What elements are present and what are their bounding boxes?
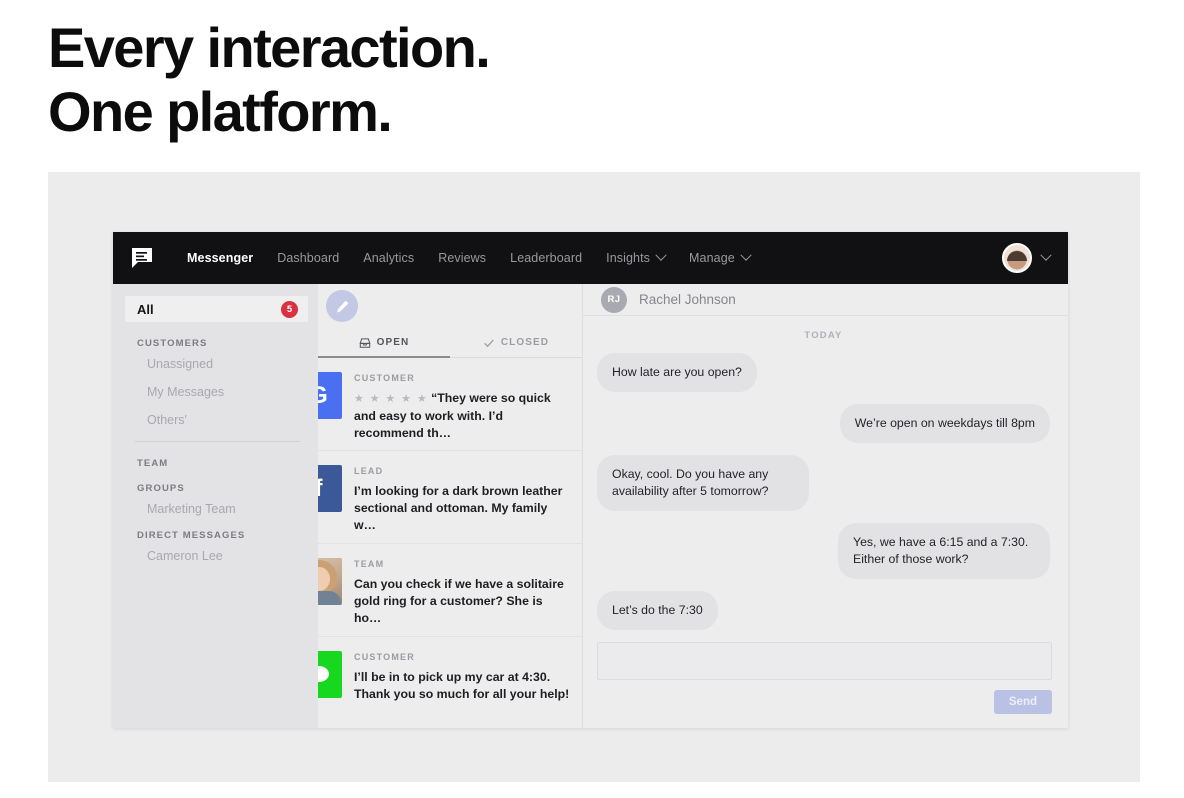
message-bubble-incoming: Let’s do the 7:30 — [597, 591, 718, 630]
sidebar-heading-groups: GROUPS — [137, 483, 185, 494]
nav-item-messenger[interactable]: Messenger — [175, 251, 265, 265]
team-member-photo-icon — [318, 558, 342, 605]
sidebar-item-all[interactable]: All 5 — [125, 296, 308, 322]
nav-item-analytics[interactable]: Analytics — [351, 251, 426, 265]
status-badge: 5 — [281, 300, 298, 318]
headline-line-1: Every interaction. — [48, 16, 491, 79]
sidebar-heading-team: TEAM — [137, 458, 169, 469]
nav-item-reviews[interactable]: Reviews — [426, 251, 498, 265]
conversation-list: G CUSTOMER ★ ★ ★ ★ ★ “They were so quick … — [318, 358, 582, 728]
tab-closed-label: CLOSED — [500, 337, 550, 348]
pencil-compose-icon[interactable] — [326, 290, 358, 322]
message-bubble-incoming: Okay, cool. Do you have any availability… — [597, 455, 809, 511]
account-menu[interactable] — [1002, 243, 1052, 273]
list-item-body: CUSTOMER I’ll be in to pick up my car at… — [354, 651, 570, 715]
chat-contact-name: Rachel Johnson — [639, 292, 736, 307]
list-item[interactable]: G CUSTOMER ★ ★ ★ ★ ★ “They were so quick … — [318, 358, 582, 451]
message-bubble-incoming: How late are you open? — [597, 353, 757, 392]
inbox-icon — [359, 337, 371, 348]
sidebar-item-all-label: All — [137, 301, 154, 317]
list-item-preview: Can you check if we have a solitaire gol… — [354, 577, 564, 625]
chevron-down-icon — [655, 249, 667, 261]
nav-item-manage-label: Manage — [689, 251, 735, 265]
facebook-icon: f — [318, 465, 342, 512]
sidebar: All 5 CUSTOMERS Unassigned My Messages O… — [113, 284, 318, 728]
list-item-label: TEAM — [354, 559, 385, 569]
list-item-label: CUSTOMER — [354, 652, 415, 662]
nav-item-manage[interactable]: Manage — [677, 249, 762, 265]
chevron-down-icon[interactable] — [1040, 249, 1052, 261]
nav-item-insights-label: Insights — [606, 251, 651, 265]
list-item-body: LEAD I’m looking for a dark brown leathe… — [354, 465, 570, 532]
send-button[interactable]: Send — [993, 690, 1052, 714]
message-thread[interactable]: TODAY How late are you open? We’re open … — [583, 316, 1068, 642]
sidebar-item-marketing-team[interactable]: Marketing Team — [113, 502, 318, 516]
tab-closed[interactable]: CLOSED — [450, 328, 582, 357]
tab-open[interactable]: OPEN — [318, 328, 450, 358]
list-item-label: CUSTOMER — [354, 373, 415, 383]
compose-row — [318, 284, 582, 328]
sidebar-item-unassigned[interactable]: Unassigned — [113, 357, 318, 371]
message-bubble-outgoing: We’re open on weekdays till 8pm — [839, 404, 1050, 443]
sidebar-item-others[interactable]: Others' — [113, 413, 318, 427]
chat-header: RJ Rachel Johnson — [583, 284, 1068, 316]
sidebar-item-my-messages[interactable]: My Messages — [113, 385, 318, 399]
list-item-body: TEAM Can you check if we have a solitair… — [354, 558, 570, 625]
star-rating: ★ ★ ★ ★ ★ — [354, 393, 429, 405]
list-item-label: LEAD — [354, 466, 384, 476]
nav-item-insights[interactable]: Insights — [594, 249, 677, 265]
send-row: Send — [597, 690, 1052, 714]
list-item[interactable]: TEAM Can you check if we have a solitair… — [318, 544, 582, 637]
list-item[interactable]: f LEAD I’m looking for a dark brown leat… — [318, 451, 582, 544]
message-row: Yes, we have a 6:15 and a 7:30. Either o… — [597, 523, 1050, 579]
list-item-preview: I’ll be in to pick up my car at 4:30. Th… — [354, 670, 570, 701]
chat-panel: RJ Rachel Johnson TODAY How late are you… — [583, 284, 1068, 728]
google-icon: G — [318, 372, 342, 419]
avatar: RJ — [601, 286, 627, 313]
sidebar-item-cameron-lee[interactable]: Cameron Lee — [113, 549, 318, 563]
checkmark-icon — [484, 338, 494, 347]
list-item-text: ★ ★ ★ ★ ★ “They were so quick and easy to… — [354, 390, 570, 442]
sms-icon — [318, 651, 342, 698]
headline-line-2: One platform. — [48, 80, 393, 143]
messenger-bubble-logo-icon[interactable] — [129, 245, 155, 271]
avatar[interactable] — [1002, 243, 1032, 273]
message-bubble-outgoing: Yes, we have a 6:15 and a 7:30. Either o… — [838, 523, 1050, 579]
list-item[interactable]: CUSTOMER I’ll be in to pick up my car at… — [318, 637, 582, 728]
chevron-down-icon — [740, 249, 752, 261]
day-divider: TODAY — [804, 330, 843, 341]
sidebar-heading-customers: CUSTOMERS — [137, 338, 208, 349]
message-input[interactable] — [597, 642, 1052, 680]
message-row: Okay, cool. Do you have any availability… — [597, 455, 1050, 511]
app-body: All 5 CUSTOMERS Unassigned My Messages O… — [113, 284, 1068, 728]
conversation-list-panel: OPEN CLOSED G CUSTOMER ★ ★ ★ ★ ★ “They w… — [318, 284, 583, 728]
page-title: Every interaction. One platform. — [48, 16, 1048, 144]
message-row: How late are you open? — [597, 353, 1050, 392]
top-navigation-bar: Messenger Dashboard Analytics Reviews Le… — [113, 232, 1068, 284]
message-row: Let’s do the 7:30 — [597, 591, 1050, 630]
list-item-preview: I’m looking for a dark brown leather sec… — [354, 484, 563, 532]
nav-item-leaderboard[interactable]: Leaderboard — [498, 251, 594, 265]
messenger-app-window: Messenger Dashboard Analytics Reviews Le… — [113, 232, 1068, 728]
sidebar-divider — [135, 441, 300, 442]
screenshot-stage: Messenger Dashboard Analytics Reviews Le… — [48, 172, 1140, 782]
message-composer: Send — [583, 642, 1068, 728]
list-item-body: CUSTOMER ★ ★ ★ ★ ★ “They were so quick an… — [354, 372, 570, 440]
conversation-tabs: OPEN CLOSED — [318, 328, 582, 358]
facebook-icon-glyph: f — [318, 474, 323, 502]
google-icon-glyph: G — [318, 381, 328, 409]
message-row: We’re open on weekdays till 8pm — [597, 404, 1050, 443]
nav-item-list: Messenger Dashboard Analytics Reviews Le… — [175, 249, 762, 265]
tab-open-label: OPEN — [376, 337, 410, 348]
nav-item-dashboard[interactable]: Dashboard — [265, 251, 351, 265]
sidebar-heading-direct-messages: DIRECT MESSAGES — [137, 530, 246, 541]
